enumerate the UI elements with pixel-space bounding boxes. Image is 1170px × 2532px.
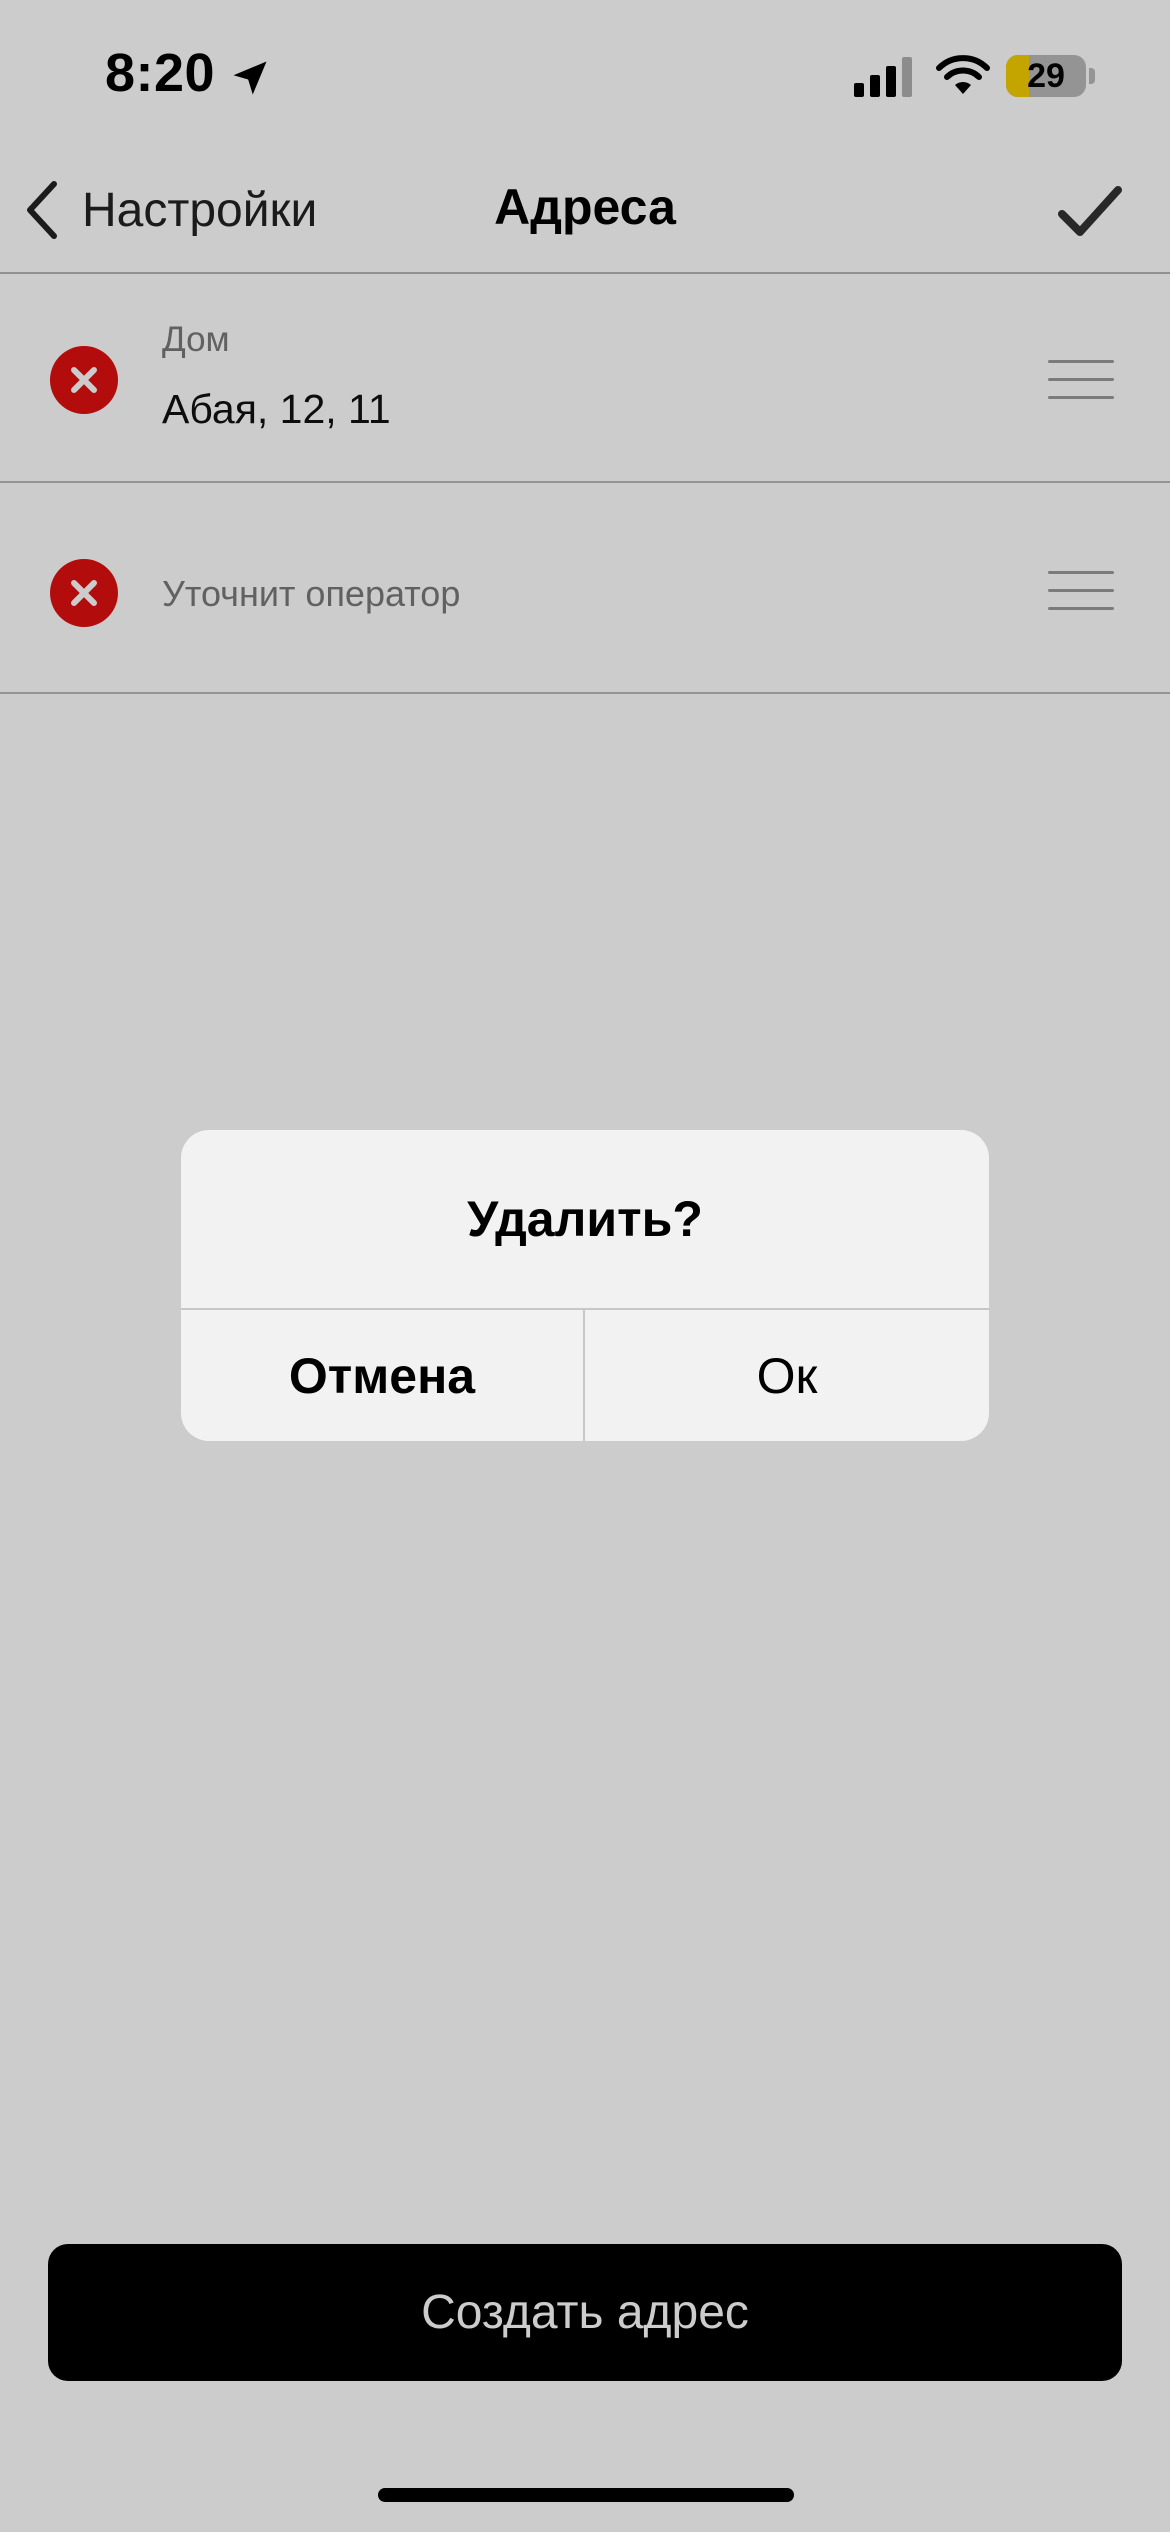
dialog-title: Удалить? <box>467 1191 703 1247</box>
dialog-actions: Отмена Ок <box>181 1308 989 1441</box>
delete-confirmation-dialog: Удалить? Отмена Ок <box>181 1130 989 1441</box>
ok-button[interactable]: Ок <box>585 1310 989 1441</box>
cancel-button[interactable]: Отмена <box>181 1310 585 1441</box>
